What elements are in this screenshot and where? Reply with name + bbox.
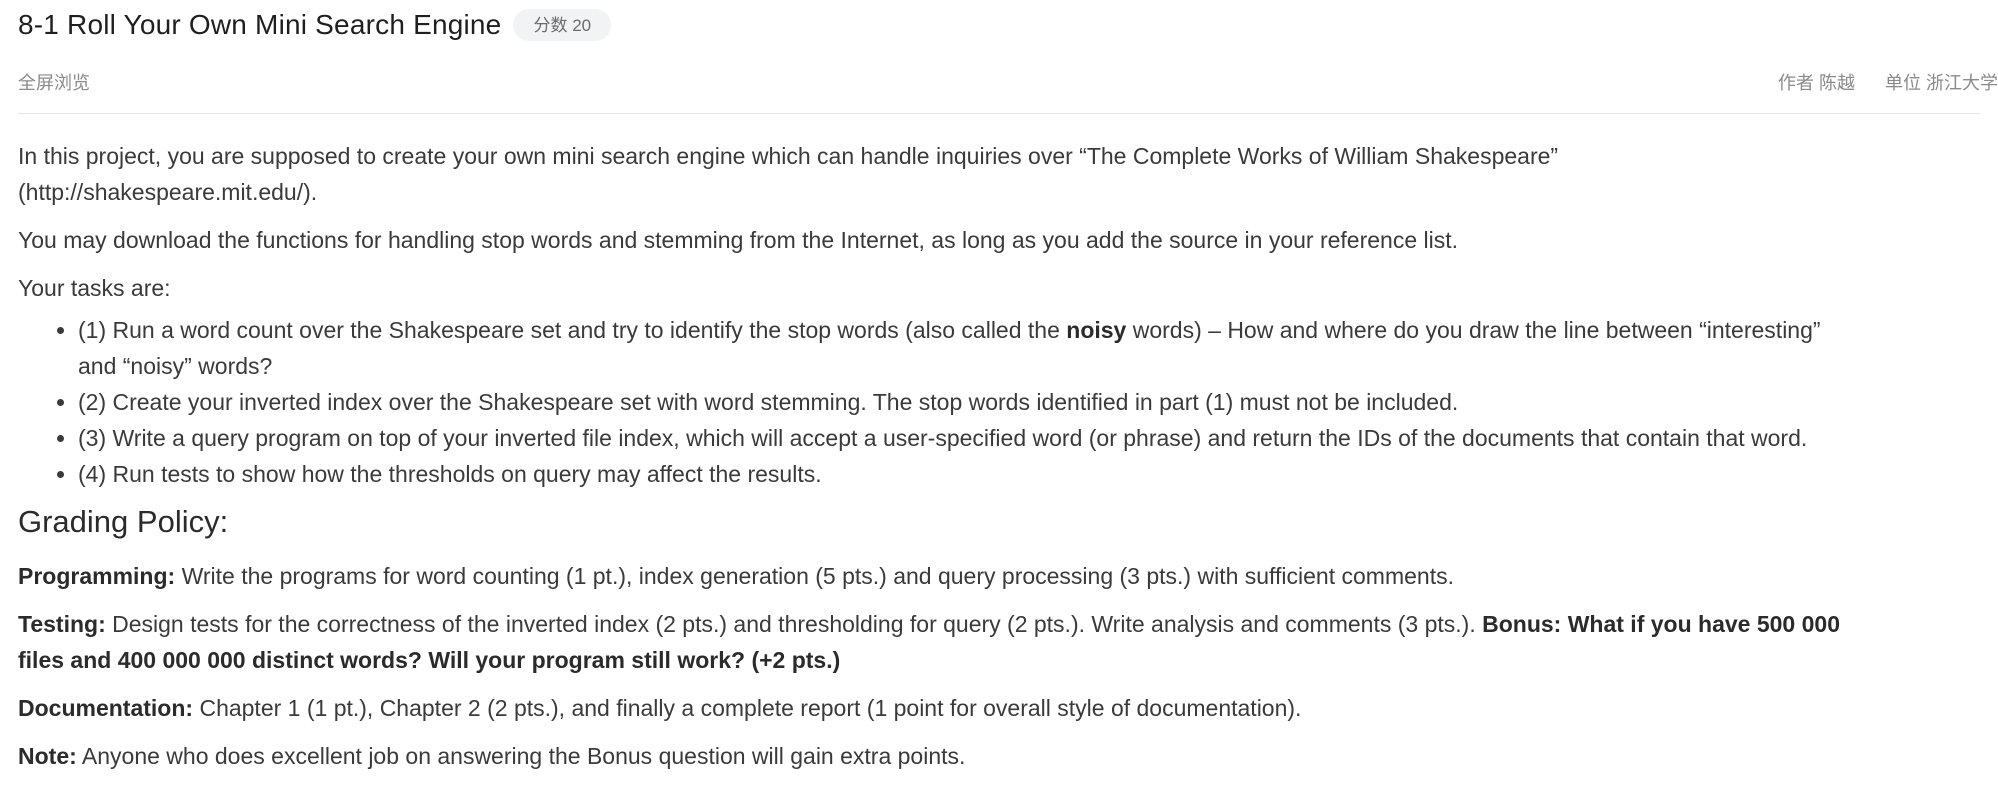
- tasks-label: Your tasks are:: [18, 275, 171, 301]
- fullscreen-link[interactable]: 全屏浏览: [18, 69, 90, 95]
- testing-label: Testing:: [18, 611, 106, 637]
- author-label: 作者 陈越: [1777, 72, 1855, 93]
- documentation-paragraph: Documentation: Chapter 1 (1 pt.), Chapte…: [18, 690, 1980, 726]
- task-1-text-post: words) – How and where do you draw the l…: [1126, 317, 1821, 343]
- intro-paragraph-1: In this project, you are supposed to cre…: [18, 138, 1980, 210]
- bonus-line-1: Bonus: What if you have 500 000: [1482, 611, 1840, 637]
- note-text: Anyone who does excellent job on answeri…: [76, 743, 966, 769]
- programming-text: Write the programs for word counting (1 …: [175, 563, 1454, 589]
- problem-title: 8-1 Roll Your Own Mini Search Engine: [18, 9, 502, 40]
- testing-paragraph: Testing: Design tests for the correctnes…: [18, 606, 1980, 678]
- problem-meta: 作者 陈越 单位 浙江大学: [1778, 69, 1998, 95]
- task-item-4: (4) Run tests to show how the thresholds…: [78, 456, 1980, 492]
- documentation-text: Chapter 1 (1 pt.), Chapter 2 (2 pts.), a…: [193, 695, 1302, 721]
- task-1-noisy-bold: noisy: [1066, 317, 1127, 343]
- unit-label: 单位 浙江大学: [1884, 72, 1998, 93]
- intro-paragraph-1-line-1: In this project, you are supposed to cre…: [18, 143, 1559, 169]
- bonus-line-2: files and 400 000 000 distinct words? Wi…: [18, 647, 841, 673]
- problem-subheader: 全屏浏览 作者 陈越 单位 浙江大学: [18, 50, 1998, 114]
- task-item-3: (3) Write a query program on top of your…: [78, 420, 1980, 456]
- task-item-1: (1) Run a word count over the Shakespear…: [78, 312, 1980, 384]
- note-paragraph: Note: Anyone who does excellent job on a…: [18, 738, 1980, 774]
- task-1-text-pre: (1) Run a word count over the Shakespear…: [78, 317, 1067, 343]
- task-1-text-line-2: and “noisy” words?: [78, 353, 273, 379]
- grading-policy-heading: Grading Policy:: [18, 504, 229, 539]
- task-item-2: (2) Create your inverted index over the …: [78, 384, 1980, 420]
- intro-paragraph-1-line-2: (http://shakespeare.mit.edu/).: [18, 179, 318, 205]
- score-badge: 分数 20: [513, 9, 612, 41]
- documentation-label: Documentation:: [18, 695, 194, 721]
- note-label: Note:: [18, 743, 77, 769]
- programming-paragraph: Programming: Write the programs for word…: [18, 558, 1980, 594]
- testing-text: Design tests for the correctness of the …: [105, 611, 1483, 637]
- problem-page: 8-1 Roll Your Own Mini Search Engine 分数 …: [0, 0, 1998, 811]
- problem-header: 8-1 Roll Your Own Mini Search Engine 分数 …: [18, 0, 1980, 50]
- programming-label: Programming:: [18, 563, 176, 589]
- intro-paragraph-2: You may download the functions for handl…: [18, 227, 1459, 253]
- problem-content: In this project, you are supposed to cre…: [18, 114, 1980, 774]
- tasks-list: (1) Run a word count over the Shakespear…: [18, 312, 1980, 492]
